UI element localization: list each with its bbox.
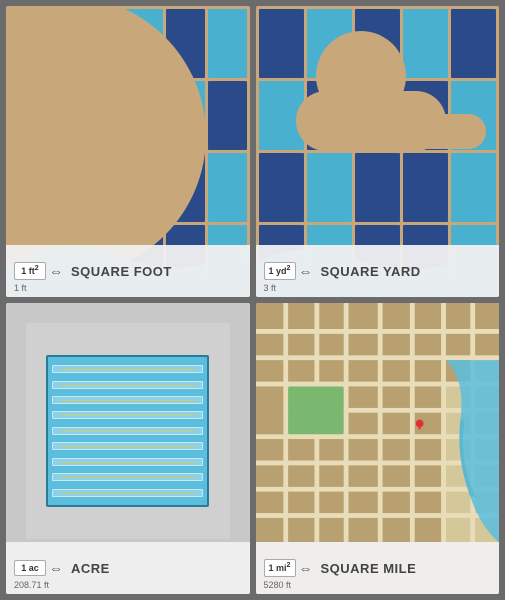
resize-arrows-foot: ⇔	[49, 263, 63, 279]
pool-lane	[52, 442, 203, 450]
unit-text-acre: 1 ac	[21, 563, 39, 573]
card-square-mile: 1 mi2 ⇔ SQUARE MILE 5280 ft	[256, 303, 500, 594]
sub-label-acre: 208.71 ft	[14, 580, 49, 590]
card-label-acre: ACRE	[71, 561, 110, 576]
unit-text-foot: 1 ft2	[21, 266, 38, 276]
card-label-mile: SQUARE MILE	[321, 561, 417, 576]
card-acre: 1 ac ⇔ ACRE 208.71 ft	[6, 303, 250, 594]
pool-lane	[52, 458, 203, 466]
tile	[208, 153, 247, 222]
tile	[208, 81, 247, 150]
card-square-foot: 1 ft2 ⇔ SQUARE FOOT 1 ft	[6, 6, 250, 297]
city-map-svg	[256, 303, 500, 542]
label-bar-mile: 1 mi2 ⇔ SQUARE MILE 5280 ft	[256, 542, 500, 594]
unit-text-mile: 1 mi2	[269, 563, 291, 573]
resize-arrows-yard: ⇔	[299, 263, 313, 279]
card-label-foot: SQUARE FOOT	[71, 264, 172, 279]
pool-lane	[52, 411, 203, 419]
sub-label-foot: 1 ft	[14, 283, 27, 293]
label-bar-foot: 1 ft2 ⇔ SQUARE FOOT 1 ft	[6, 245, 250, 297]
pool-lane	[52, 489, 203, 497]
unit-badge-foot: 1 ft2	[14, 262, 46, 280]
card-square-yard: 1 yd2 ⇔ SQUARE YARD 3 ft	[256, 6, 500, 297]
sub-label-yard: 3 ft	[264, 283, 277, 293]
pool-lane	[52, 365, 203, 373]
resize-arrows-acre: ⇔	[49, 560, 63, 576]
pool-lane	[52, 396, 203, 404]
unit-badge-yard: 1 yd2	[264, 262, 296, 280]
pool-lane	[52, 427, 203, 435]
swimming-pool	[46, 355, 209, 506]
label-bar-yard: 1 yd2 ⇔ SQUARE YARD 3 ft	[256, 245, 500, 297]
unit-text-yard: 1 yd2	[269, 266, 291, 276]
resize-arrows-mile: ⇔	[299, 560, 313, 576]
pool-lane	[52, 381, 203, 389]
acre-field	[26, 323, 230, 539]
tile	[208, 9, 247, 78]
card-label-yard: SQUARE YARD	[321, 264, 421, 279]
label-bar-acre: 1 ac ⇔ ACRE 208.71 ft	[6, 542, 250, 594]
pool-lane	[52, 473, 203, 481]
person-arm	[406, 114, 486, 149]
unit-badge-acre: 1 ac	[14, 560, 46, 577]
unit-badge-mile: 1 mi2	[264, 559, 296, 577]
sub-label-mile: 5280 ft	[264, 580, 292, 590]
main-grid: 1 ft2 ⇔ SQUARE FOOT 1 ft	[0, 0, 505, 600]
